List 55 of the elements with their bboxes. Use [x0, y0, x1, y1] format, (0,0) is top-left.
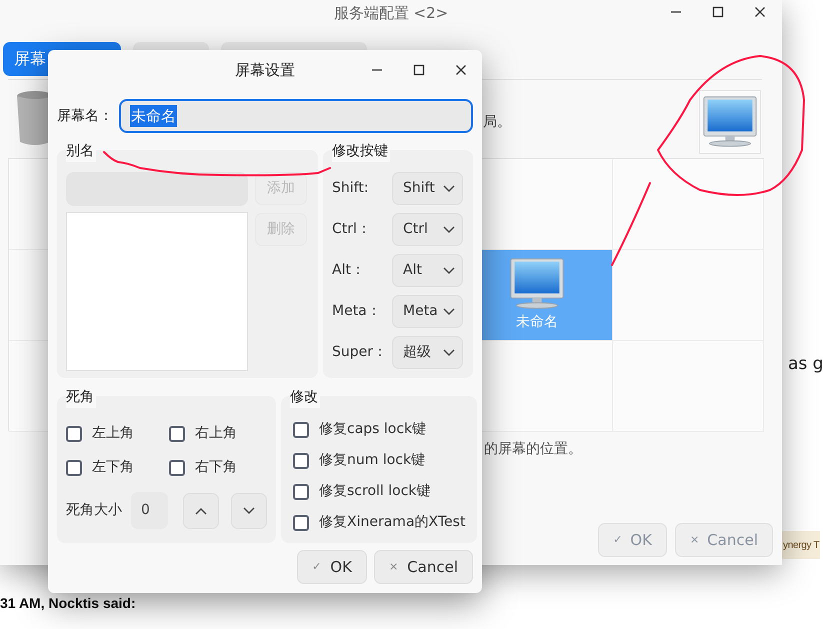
checkbox-label: 修复num lock键 [319, 451, 426, 470]
checkbox[interactable] [293, 422, 309, 438]
grid-cell[interactable] [613, 250, 764, 341]
ok-button[interactable]: ✓ OK [297, 550, 367, 584]
checkbox[interactable] [66, 460, 82, 476]
chevron-down-icon [443, 266, 455, 274]
grid-cell[interactable] [613, 341, 764, 432]
checkbox[interactable] [169, 426, 185, 442]
field-label: 屏幕名： [57, 106, 113, 126]
key-dropdown[interactable]: Alt [392, 254, 463, 287]
checkbox-label: 右下角 [195, 458, 237, 477]
checkbox[interactable] [293, 484, 309, 500]
chevron-down-icon [243, 506, 255, 514]
key-dropdown[interactable]: Shift [392, 172, 463, 205]
group-title: 死角 [66, 387, 96, 408]
key-dropdown[interactable]: 超级 [392, 336, 463, 369]
chevron-down-icon [443, 308, 455, 316]
checkbox-label: 修复caps lock键 [319, 420, 426, 439]
grid-cell[interactable] [613, 159, 764, 250]
screen-name: 未命名 [516, 313, 558, 332]
chevron-down-icon [443, 348, 455, 356]
dialog-title: 屏幕设置 [235, 60, 295, 81]
key-dropdown[interactable]: Meta [392, 295, 463, 328]
key-label: Shift: [332, 179, 369, 198]
checkbox-label: 修复Xinerama的XTest [319, 513, 466, 532]
checkbox[interactable] [293, 452, 309, 468]
key-dropdown[interactable]: Ctrl [392, 213, 463, 246]
key-label: Ctrl： [332, 220, 371, 239]
group-title: 修改 [290, 387, 320, 408]
tag: ynergy T [782, 531, 820, 559]
key-label: Meta： [332, 302, 381, 321]
page-text: as g [788, 353, 823, 376]
group-title: 修改按键 [332, 141, 390, 162]
chevron-down-icon [443, 226, 455, 234]
chevron-up-icon [195, 506, 207, 514]
checkbox[interactable] [169, 460, 185, 476]
chat-line: 31 AM, Nocktis said: [0, 594, 136, 613]
checkbox[interactable] [66, 426, 82, 442]
chevron-down-icon [443, 184, 455, 192]
cancel-button[interactable]: × Cancel [374, 550, 473, 584]
window-title: 服务端配置 <2> [334, 2, 448, 24]
screen-name-field[interactable]: 未命名 [119, 99, 473, 133]
key-label: Super： [332, 343, 388, 362]
checkbox-label: 左下角 [92, 458, 134, 477]
description-text: 局。 [483, 113, 511, 132]
checkbox-label: 左上角 [92, 424, 134, 443]
checkbox-label: 修复scroll lock键 [319, 482, 430, 501]
size-field[interactable]: 0 [131, 492, 168, 529]
group-title: 别名 [66, 141, 96, 162]
checkbox-label: 右上角 [195, 424, 237, 443]
key-label: Alt： [332, 261, 365, 280]
size-label: 死角大小 [66, 501, 122, 520]
position-hint: 的屏幕的位置。 [484, 440, 583, 459]
checkbox[interactable] [293, 514, 309, 530]
monitor-icon [509, 256, 565, 310]
